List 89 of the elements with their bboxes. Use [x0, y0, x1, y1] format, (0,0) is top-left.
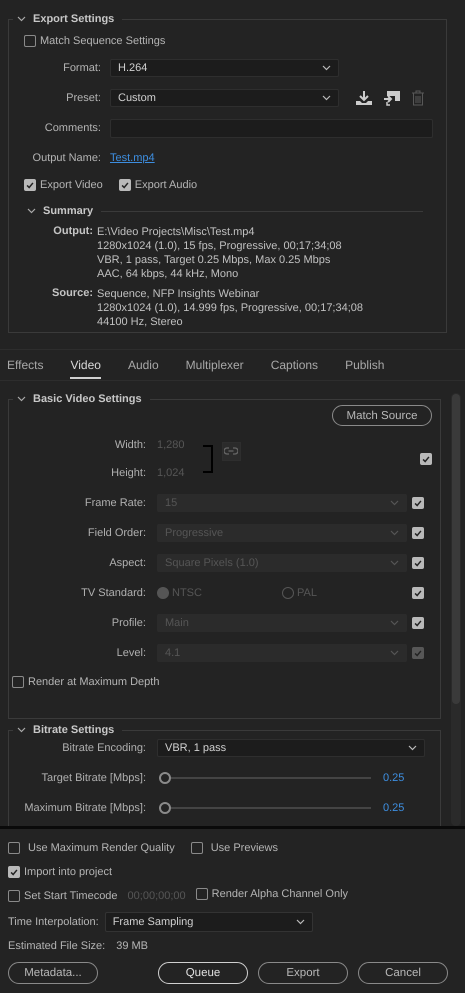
slider-value[interactable]: 0.25	[383, 772, 404, 784]
tab[interactable]: Video	[70, 352, 101, 378]
dimension-label: Height:	[110, 467, 147, 479]
action-button[interactable]: Queue	[158, 962, 248, 984]
file-size-label: Estimated File Size:	[8, 940, 106, 952]
slider-label: Target Bitrate [Mbps]:	[40, 772, 147, 784]
setting-label: Frame Rate:	[84, 497, 147, 509]
checkbox[interactable]	[8, 890, 20, 902]
link-button[interactable]	[222, 442, 241, 460]
section-title: Bitrate Settings	[33, 724, 114, 736]
caret-icon	[390, 530, 399, 536]
checkbox[interactable]	[8, 842, 20, 854]
setting-label: Level:	[116, 647, 147, 659]
setting-label: Profile:	[110, 617, 147, 629]
action-button[interactable]: Cancel	[358, 962, 448, 984]
time-interpolation-label: Time Interpolation:	[8, 916, 99, 928]
summary-text: 1280x1024 (1.0), 15 fps, Progressive, 00;17;34;08	[97, 239, 342, 253]
checkbox-label: Import into project	[24, 866, 112, 878]
match-source-button[interactable]: Match Source	[332, 405, 432, 426]
caret-icon	[390, 650, 399, 656]
file-size-value: 39 MB	[116, 940, 148, 952]
tab[interactable]: Publish	[345, 352, 384, 378]
output-name-link[interactable]: Test.mp4	[110, 152, 155, 164]
bitrate-encoding-label: Bitrate Encoding:	[61, 742, 147, 754]
time-interpolation-dropdown[interactable]: Frame Sampling	[104, 912, 313, 932]
checkbox-label: Use Maximum Render Quality	[28, 842, 175, 854]
summary-text: 44100 Hz, Stereo	[97, 315, 184, 329]
summary-label: Source:	[51, 287, 94, 301]
summary-title: Summary	[43, 205, 94, 217]
checkbox-label: Export Audio	[134, 179, 198, 191]
summary-label: Output:	[52, 225, 94, 239]
checkbox[interactable]	[12, 676, 24, 688]
checkbox[interactable]	[196, 888, 208, 900]
chevron-icon[interactable]	[17, 16, 26, 22]
summary-text: 1280x1024 (1.0), 14.999 fps, Progressive, 00;17;34;08	[97, 301, 364, 315]
preset-dropdown[interactable]: Custom	[110, 89, 339, 107]
dimension-label: Width:	[114, 439, 147, 451]
bitrate-encoding-dropdown[interactable]: VBR, 1 pass	[157, 739, 425, 757]
slider-value[interactable]: 0.25	[383, 802, 404, 814]
checkbox-label: Render Alpha Channel Only	[212, 888, 348, 900]
slider-handle[interactable]	[159, 802, 171, 814]
checkbox-label: Render at Maximum Depth	[28, 676, 160, 688]
checkbox-label: Export Video	[40, 179, 103, 191]
bracket-icon	[202, 445, 214, 473]
output-name-label: Output Name:	[32, 152, 102, 164]
checkbox-label: Set Start Timecode	[24, 890, 118, 902]
chevron-icon[interactable]	[17, 396, 26, 402]
chevron-icon[interactable]	[27, 208, 36, 214]
checkbox-label: Use Previews	[210, 842, 278, 854]
checkbox[interactable]	[420, 453, 432, 465]
chevron-icon[interactable]	[17, 727, 26, 733]
setting-label: TV Standard:	[80, 587, 147, 599]
format-dropdown[interactable]: H.264	[110, 59, 339, 77]
link-icon	[224, 447, 238, 455]
tab[interactable]: Multiplexer	[186, 352, 244, 378]
download-icon[interactable]	[355, 90, 373, 106]
action-button[interactable]: Metadata...	[8, 962, 98, 984]
slider-label: Maximum Bitrate [Mbps]:	[23, 802, 147, 814]
caret-icon	[390, 500, 399, 506]
summary-text: E:\Video Projects\Misc\Test.mp4	[97, 225, 256, 239]
preset-label: Preset:	[65, 92, 102, 104]
import-icon[interactable]	[383, 90, 401, 106]
checkbox[interactable]	[24, 35, 36, 47]
comments-label: Comments:	[44, 122, 102, 134]
slider-handle[interactable]	[159, 772, 171, 784]
tab[interactable]: Captions	[270, 352, 318, 378]
setting-label: Aspect:	[108, 557, 147, 569]
tab[interactable]: Audio	[128, 352, 159, 378]
caret-icon	[408, 745, 417, 751]
scrollbar[interactable]	[451, 393, 461, 826]
checkbox[interactable]	[24, 179, 36, 191]
checkbox-label: Match Sequence Settings	[40, 35, 166, 47]
checkbox[interactable]	[118, 179, 131, 191]
section-title: Basic Video Settings	[33, 393, 142, 405]
checkbox[interactable]	[190, 842, 203, 854]
caret-icon	[390, 560, 399, 566]
caret-icon	[322, 95, 331, 101]
summary-text: Sequence, NFP Insights Webinar	[97, 287, 260, 301]
setting-label: Field Order:	[86, 527, 147, 539]
section-title: Export Settings	[33, 13, 114, 25]
tab[interactable]: Effects	[7, 352, 44, 378]
caret-icon	[390, 620, 399, 626]
action-button[interactable]: Export	[258, 962, 348, 984]
checkbox[interactable]	[8, 866, 20, 878]
caret-icon	[296, 919, 305, 925]
caret-icon	[322, 65, 331, 71]
summary-text: VBR, 1 pass, Target 0.25 Mbps, Max 0.25 Mbps	[97, 253, 332, 267]
summary-text: AAC, 64 kbps, 44 kHz, Mono	[97, 267, 240, 281]
format-label: Format:	[62, 62, 102, 74]
